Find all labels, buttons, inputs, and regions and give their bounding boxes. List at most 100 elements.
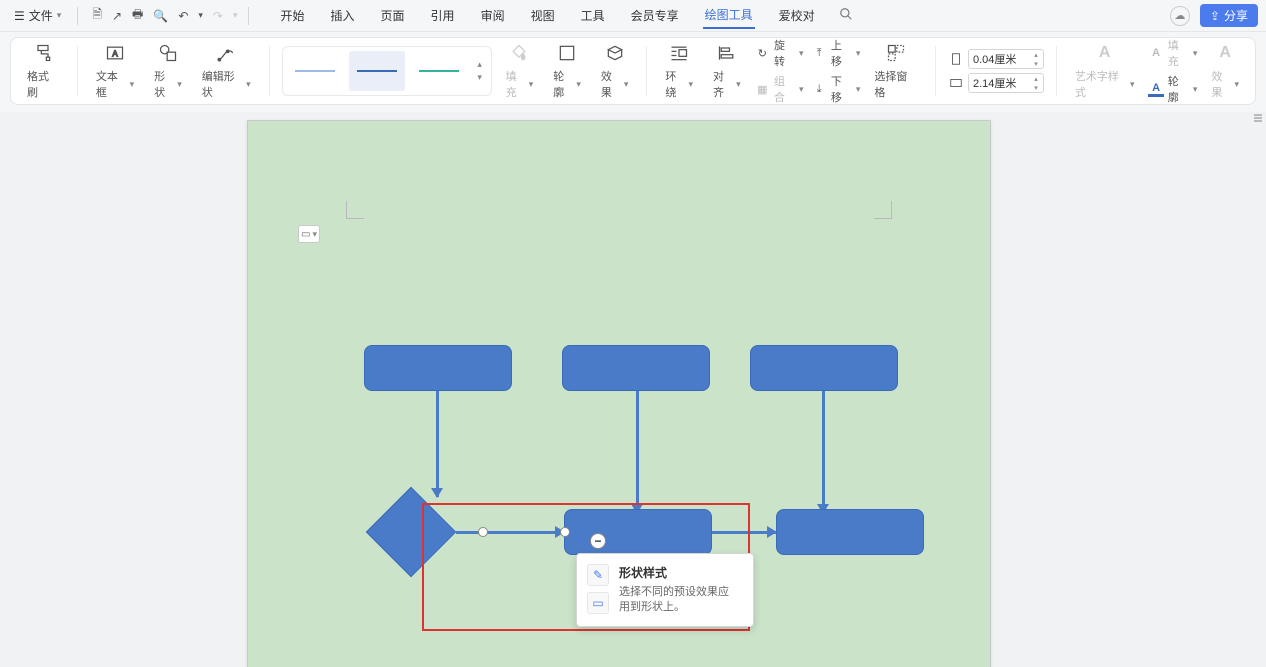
edit-shape-button[interactable]: 编辑形状▾	[196, 40, 257, 102]
chevron-down-icon[interactable]: ▾	[198, 10, 203, 21]
margin-corner-tr	[874, 201, 892, 219]
tab-tools[interactable]: 工具	[579, 3, 607, 28]
tooltip-description: 选择不同的预设效果应用到形状上。	[619, 585, 739, 616]
menubar-right: ☁ ⇪ 分享	[1170, 4, 1258, 27]
page[interactable]: ▭▾ − ✎ ▭ 形状样式 选择不同的预设效果应用到形状上。	[247, 120, 991, 667]
share-button[interactable]: ⇪ 分享	[1200, 4, 1258, 27]
flowchart-box-5[interactable]	[776, 509, 924, 555]
tab-drawing-tools[interactable]: 绘图工具	[703, 2, 755, 29]
arrow-3[interactable]	[822, 391, 825, 513]
selection-pane-button[interactable]: 选择窗格	[868, 40, 923, 102]
shape-button[interactable]: 形状▾	[148, 40, 188, 102]
shape-icon	[157, 42, 179, 64]
chevron-down-icon: ▾	[57, 10, 62, 21]
chevron-down-icon: ▾	[624, 79, 629, 90]
tab-page[interactable]: 页面	[379, 3, 407, 28]
text-box-label: 文本框	[96, 68, 128, 100]
chevron-down-icon: ▾	[312, 229, 317, 240]
wa-fill-button: A 填充 ▾	[1148, 37, 1197, 69]
rotate-button[interactable]: ↻ 旋转 ▾	[755, 37, 804, 69]
wrap-icon	[668, 42, 690, 64]
undo-icon[interactable]: ↶	[178, 9, 188, 23]
effects-icon	[604, 42, 626, 64]
style-gallery-more[interactable]: ▴▾	[473, 51, 487, 91]
spin-up-icon[interactable]: ▴	[1029, 74, 1043, 83]
fill-icon	[508, 42, 530, 64]
save-icon[interactable]: 🗎	[92, 5, 102, 26]
move-up-label: 上移	[831, 37, 852, 69]
ribbon-tabs: 开始 插入 页面 引用 审阅 视图 工具 会员专享 绘图工具 爱校对	[279, 2, 817, 29]
arrow-1[interactable]	[436, 391, 439, 497]
tab-review[interactable]: 审阅	[479, 3, 507, 28]
format-painter-button[interactable]: 格式刷	[21, 40, 65, 102]
move-up-button[interactable]: ⤒ 上移 ▾	[812, 37, 861, 69]
margin-corner-tl	[346, 201, 364, 219]
spin-up-icon[interactable]: ▴	[1029, 50, 1043, 59]
vertical-scrollbar[interactable]	[1252, 112, 1264, 665]
separator	[77, 46, 78, 96]
chevron-down-icon: ▾	[1193, 84, 1198, 95]
align-icon	[716, 42, 738, 64]
tab-reference[interactable]: 引用	[429, 3, 457, 28]
chevron-down-icon: ▾	[246, 79, 251, 90]
chevron-down-icon: ▾	[529, 79, 534, 90]
print-icon[interactable]: 🖶	[132, 5, 143, 26]
tab-start[interactable]: 开始	[279, 3, 307, 28]
wa-effects-button: A 效果▾	[1205, 40, 1245, 102]
edit-shape-icon	[215, 42, 237, 64]
quick-access-toolbar: 🗎 ↗ 🖶 🔍 ↶ ▾ ↷ ▾	[92, 5, 237, 26]
file-menu[interactable]: ☰ 文件 ▾	[8, 5, 67, 26]
tab-view[interactable]: 视图	[529, 3, 557, 28]
chevron-up-icon: ▴	[477, 59, 482, 70]
collapse-handle[interactable]: −	[590, 533, 606, 549]
text-fill-icon: A	[1148, 45, 1163, 61]
wa-outline-button[interactable]: A 轮廓 ▾	[1148, 73, 1197, 105]
tab-proofread[interactable]: 爱校对	[777, 3, 817, 28]
export-icon[interactable]: ↗	[112, 9, 122, 23]
chevron-down-icon: ▾	[177, 79, 182, 90]
style-preset-1[interactable]	[287, 51, 343, 91]
align-button[interactable]: 对齐▾	[707, 40, 747, 102]
share-icon: ⇪	[1210, 9, 1220, 23]
effects-button[interactable]: 效果▾	[595, 40, 635, 102]
separator	[1056, 46, 1057, 96]
document-canvas[interactable]: ▭▾ − ✎ ▭ 形状样式 选择不同的预设效果应用到形状上。	[0, 112, 1266, 667]
move-stack: ⤒ 上移 ▾ ⤓ 下移 ▾	[812, 37, 861, 105]
text-box-button[interactable]: A 文本框▾	[90, 40, 140, 102]
group-label: 组合	[774, 73, 795, 105]
wordart-style-label: 艺术字样式	[1075, 68, 1128, 100]
format-painter-icon	[32, 42, 54, 64]
print-preview-icon[interactable]: 🔍	[153, 9, 168, 23]
move-down-icon: ⤓	[812, 81, 827, 97]
arrow-2[interactable]	[636, 391, 639, 513]
flowchart-box-1[interactable]	[364, 345, 512, 391]
height-field[interactable]: ▴▾	[948, 49, 1044, 69]
move-down-button[interactable]: ⤓ 下移 ▾	[812, 73, 861, 105]
flowchart-box-3[interactable]	[750, 345, 898, 391]
search-icon[interactable]	[839, 7, 853, 24]
shape-style-tooltip: ✎ ▭ 形状样式 选择不同的预设效果应用到形状上。	[576, 553, 754, 627]
tab-insert[interactable]: 插入	[329, 3, 357, 28]
wa-outline-label: 轮廓	[1168, 73, 1189, 105]
wrap-button[interactable]: 环绕▾	[659, 40, 699, 102]
align-label: 对齐	[713, 68, 734, 100]
separator	[646, 46, 647, 96]
rotate-label: 旋转	[774, 37, 795, 69]
spin-down-icon[interactable]: ▾	[1029, 59, 1043, 68]
layout-options-button[interactable]: ▭▾	[298, 225, 320, 243]
width-field[interactable]: ▴▾	[948, 73, 1044, 93]
move-down-label: 下移	[831, 73, 852, 105]
style-preset-3[interactable]	[411, 51, 467, 91]
selection-pane-icon	[885, 42, 907, 64]
redo-icon[interactable]: ↷	[213, 9, 223, 23]
chevron-down-icon: ▾	[1130, 79, 1135, 90]
chevron-down-icon[interactable]: ▾	[233, 10, 238, 21]
separator	[269, 46, 270, 96]
tab-member[interactable]: 会员专享	[629, 3, 681, 28]
cloud-icon[interactable]: ☁	[1170, 6, 1190, 26]
outline-button[interactable]: 轮廓▾	[547, 40, 587, 102]
flowchart-box-2[interactable]	[562, 345, 710, 391]
outline-icon	[556, 42, 578, 64]
style-preset-2[interactable]	[349, 51, 405, 91]
spin-down-icon[interactable]: ▾	[1029, 83, 1043, 92]
